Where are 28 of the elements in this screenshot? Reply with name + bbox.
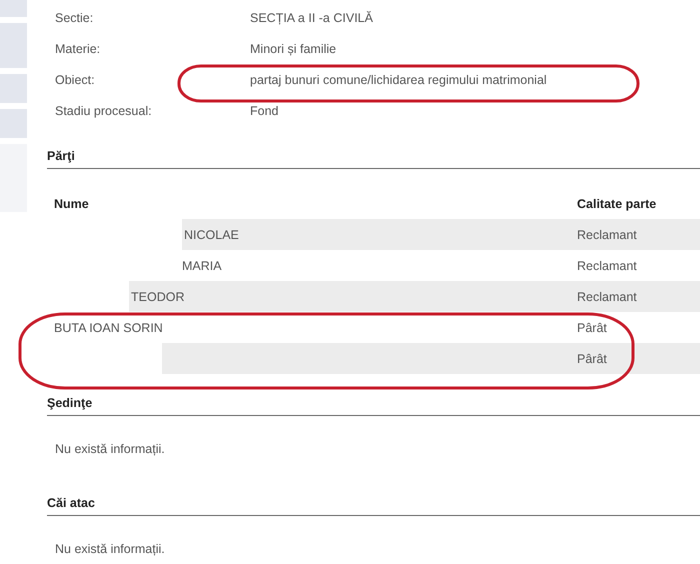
sidebar-tab[interactable] <box>0 23 27 68</box>
table-cell-text: Reclamant <box>576 258 637 272</box>
column-header: Nume <box>53 197 90 211</box>
sidebar-tab[interactable] <box>0 0 27 17</box>
empty-message: Nu există informații. <box>54 541 166 558</box>
table-cell-text: Reclamant <box>576 228 637 242</box>
table-cell-text: Reclamant <box>576 290 637 304</box>
table-cell: MARIA <box>182 258 222 272</box>
table-cell: TEODOR <box>131 290 184 304</box>
table-cell: NICOLAE <box>184 228 239 242</box>
field-value: Minori și familie <box>250 42 336 56</box>
field-value: Fond <box>250 104 278 118</box>
empty-message: Nu există informații. <box>54 441 166 458</box>
table-cell-text: Pârât <box>576 352 607 366</box>
table-cell-text: Pârât <box>576 320 607 334</box>
column-header: Calitate parte <box>576 197 656 211</box>
sidebar-tab[interactable] <box>0 109 27 138</box>
field-label: Obiect: <box>54 73 96 87</box>
field-value: SECȚIA a II -a CIVILĂ <box>250 11 373 25</box>
field-label: Materie: <box>54 42 102 56</box>
field-label: Stadiu procesual: <box>54 104 153 118</box>
field-label: Sectie: <box>54 11 94 25</box>
section-heading: Părţi <box>47 149 76 163</box>
table-cell: BUTA IOAN SORIN <box>54 320 163 334</box>
sidebar-tab[interactable] <box>0 74 27 103</box>
section-heading: Şedinţe <box>47 396 94 410</box>
field-value: partaj bunuri comune/lichidarea regimului matrimonial <box>250 73 547 87</box>
section-heading: Căi atac <box>47 496 96 510</box>
